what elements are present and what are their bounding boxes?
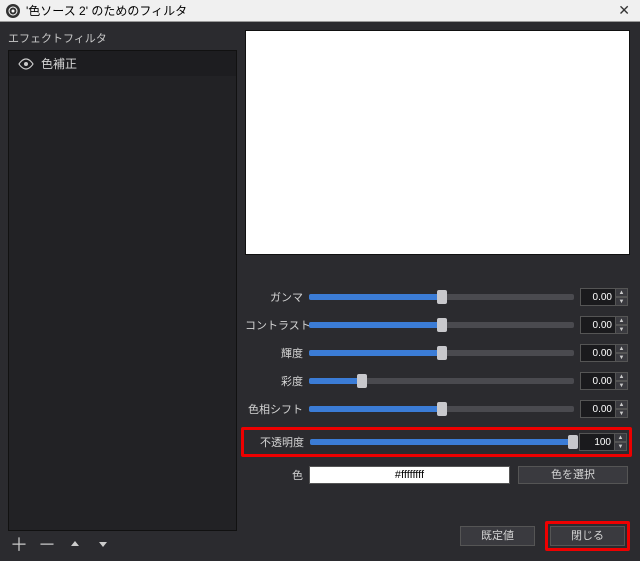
opacity-row: 不透明度 100▲▼: [246, 432, 627, 452]
move-down-button[interactable]: [94, 535, 112, 553]
color-swatch[interactable]: #ffffffff: [309, 466, 510, 484]
chevron-down-icon[interactable]: ▼: [616, 381, 628, 390]
pick-color-button[interactable]: 色を選択: [518, 466, 628, 484]
chevron-up-icon[interactable]: ▲: [615, 433, 627, 442]
contrast-row: コントラスト 0.00▲▼: [245, 315, 628, 335]
color-row: 色 #ffffffff 色を選択: [245, 465, 628, 485]
visibility-icon[interactable]: [17, 57, 35, 71]
spacer: [245, 485, 630, 515]
opacity-spinbox[interactable]: 100▲▼: [579, 433, 627, 451]
chevron-up-icon[interactable]: ▲: [616, 316, 628, 325]
gamma-spinbox[interactable]: 0.00▲▼: [580, 288, 628, 306]
add-filter-button[interactable]: ＋: [10, 535, 28, 553]
app-icon: [6, 4, 20, 18]
color-label: 色: [245, 467, 303, 483]
saturation-slider[interactable]: [309, 378, 574, 384]
saturation-spinbox[interactable]: 0.00▲▼: [580, 372, 628, 390]
opacity-slider[interactable]: [310, 439, 573, 445]
chevron-down-icon[interactable]: ▼: [616, 297, 628, 306]
titlebar: '色ソース 2' のためのフィルタ ✕: [0, 0, 640, 22]
chevron-up-icon[interactable]: ▲: [616, 344, 628, 353]
bottom-buttons: 既定値 閉じる: [245, 515, 630, 553]
gamma-label: ガンマ: [245, 289, 303, 305]
contrast-label: コントラスト: [245, 317, 303, 333]
opacity-highlight: 不透明度 100▲▼: [241, 427, 632, 457]
brightness-row: 輝度 0.00▲▼: [245, 343, 628, 363]
hue-slider[interactable]: [309, 406, 574, 412]
filter-tools: ＋ －: [8, 531, 237, 553]
gamma-slider[interactable]: [309, 294, 574, 300]
opacity-label: 不透明度: [246, 434, 304, 450]
chevron-down-icon[interactable]: ▼: [615, 442, 627, 451]
move-up-button[interactable]: [66, 535, 84, 553]
controls: ガンマ 0.00▲▼ コントラスト 0.00▲▼ 輝度 0.00▲▼ 彩度 0.…: [245, 287, 630, 485]
close-button[interactable]: 閉じる: [550, 526, 625, 546]
hue-spinbox[interactable]: 0.00▲▼: [580, 400, 628, 418]
brightness-label: 輝度: [245, 345, 303, 361]
left-panel: エフェクトフィルタ 色補正 ＋ －: [0, 22, 245, 561]
brightness-spinbox[interactable]: 0.00▲▼: [580, 344, 628, 362]
chevron-down-icon[interactable]: ▼: [616, 325, 628, 334]
window-title: '色ソース 2' のためのフィルタ: [26, 2, 614, 19]
chevron-up-icon[interactable]: ▲: [616, 400, 628, 409]
content: エフェクトフィルタ 色補正 ＋ － ガンマ 0.00▲▼: [0, 22, 640, 561]
filter-item-color-correction[interactable]: 色補正: [9, 51, 236, 76]
remove-filter-button[interactable]: －: [38, 535, 56, 553]
preview-area: [245, 30, 630, 255]
effect-filter-header: エフェクトフィルタ: [8, 30, 237, 46]
hue-row: 色相シフト 0.00▲▼: [245, 399, 628, 419]
filter-item-label: 色補正: [41, 55, 77, 72]
hue-label: 色相シフト: [245, 401, 303, 417]
defaults-button[interactable]: 既定値: [460, 526, 535, 546]
contrast-spinbox[interactable]: 0.00▲▼: [580, 316, 628, 334]
gamma-row: ガンマ 0.00▲▼: [245, 287, 628, 307]
right-panel: ガンマ 0.00▲▼ コントラスト 0.00▲▼ 輝度 0.00▲▼ 彩度 0.…: [245, 22, 640, 561]
chevron-up-icon[interactable]: ▲: [616, 372, 628, 381]
chevron-up-icon[interactable]: ▲: [616, 288, 628, 297]
chevron-down-icon[interactable]: ▼: [616, 409, 628, 418]
contrast-slider[interactable]: [309, 322, 574, 328]
chevron-down-icon[interactable]: ▼: [616, 353, 628, 362]
close-highlight: 閉じる: [545, 521, 630, 551]
saturation-label: 彩度: [245, 373, 303, 389]
filter-list: 色補正: [8, 50, 237, 531]
saturation-row: 彩度 0.00▲▼: [245, 371, 628, 391]
brightness-slider[interactable]: [309, 350, 574, 356]
close-icon[interactable]: ✕: [614, 2, 634, 19]
